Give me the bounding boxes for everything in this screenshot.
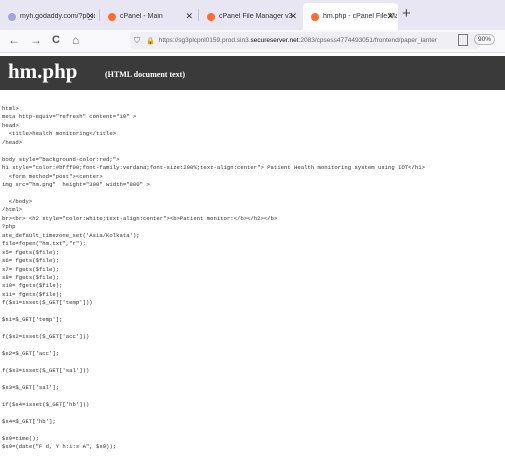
tab-godaddy[interactable]: myh.godaddy.com/?pl_id=1& ✕ <box>2 3 98 30</box>
code-line: <form method="post"><center> <box>2 172 103 180</box>
document-subtitle: (HTML document text) <box>105 70 185 79</box>
url-prefix: https://sg3plcpnl0159.prod.sin3. <box>158 37 251 44</box>
code-line: s6= fgets($file); <box>2 257 60 265</box>
reload-icon[interactable]: C <box>52 34 60 46</box>
code-line: $s4=$_GET['hb']; <box>2 417 56 425</box>
tab-label: cPanel - Main <box>120 13 163 20</box>
code-line: meta http-equiv="refresh" content="10" > <box>2 113 137 121</box>
code-line: /html> <box>2 206 23 214</box>
cpanel-icon <box>207 12 215 21</box>
cpanel-icon <box>311 12 319 21</box>
url-domain: secureserver.net <box>250 37 299 44</box>
code-line: $s9=(date("F d, Y h:i:s A", $s9)); <box>2 443 117 450</box>
code-line: head> <box>2 121 19 129</box>
close-icon[interactable]: ✕ <box>86 11 94 22</box>
back-arrow-icon[interactable]: ← <box>8 33 20 47</box>
code-line: $s1=$_GET['temp']; <box>2 316 63 324</box>
code-line: /head> <box>2 138 23 146</box>
code-line: $s2=$_GET['acc']; <box>2 350 60 358</box>
tab-strip: myh.godaddy.com/?pl_id=1& ✕ cPanel - Mai… <box>0 0 505 30</box>
code-line: h1 style="color:#bfff00;font-family:verd… <box>2 164 425 172</box>
shield-icon[interactable]: ⛉ <box>134 36 140 46</box>
code-line: </body> <box>2 197 33 205</box>
tab-hm-php[interactable]: hm.php - cPanel File Manager ✕ <box>303 3 398 30</box>
code-line: f($s1=isset($_GET['temp'])) <box>2 299 93 307</box>
code-line: s11= fgets($file); <box>2 290 63 298</box>
close-icon[interactable]: ✕ <box>386 11 394 22</box>
code-line: body style="background-color:red;"> <box>2 155 120 163</box>
code-line: f($s2=isset($_GET['acc'])) <box>2 333 90 341</box>
code-line: ate_default_timezone_set('Asia/Kolkata')… <box>2 231 140 239</box>
tab-label: myh.godaddy.com/?pl_id=1& <box>20 13 95 20</box>
code-line: $s9=time(); <box>2 434 39 442</box>
cpanel-icon <box>108 12 116 21</box>
code-line: s8= fgets($file); <box>2 274 60 281</box>
close-icon[interactable]: ✕ <box>289 11 297 22</box>
code-line: s5= fgets($file); <box>2 248 60 256</box>
tab-file-manager[interactable]: cPanel File Manager v3 ✕ <box>199 3 301 30</box>
zoom-level[interactable]: 90% <box>474 34 496 45</box>
code-line: br><br> <h2 style="color:white;text-alig… <box>2 214 278 222</box>
reader-view-icon[interactable] <box>458 34 468 46</box>
document-header: hm.php (HTML document text) <box>0 56 505 90</box>
close-icon[interactable]: ✕ <box>185 11 193 22</box>
url-suffix: :2083/cpsess4774493051/frontend/paper_la… <box>298 37 437 44</box>
url-bar[interactable]: ⛉ 🔒 https://sg3plcpnl0159.prod.sin3. secu… <box>130 32 480 49</box>
code-line: s7= fgets($file); <box>2 265 60 273</box>
globe-icon <box>8 12 16 21</box>
code-line: html> <box>2 105 19 112</box>
tab-cpanel-main[interactable]: cPanel - Main ✕ <box>100 3 197 30</box>
code-line: f($s3=isset($_GET['sal'])) <box>2 366 90 374</box>
code-line: ?php <box>2 223 16 231</box>
tab-label: cPanel File Manager v3 <box>219 13 293 20</box>
code-line: if($s4=isset($_GET['hb'])) <box>2 400 90 408</box>
code-line: file=fopen("hm.txt","r"); <box>2 240 86 248</box>
document-title: hm.php <box>8 59 78 83</box>
home-icon[interactable]: ⌂ <box>72 33 79 47</box>
code-line: <title>health monitoring</title> <box>2 130 117 138</box>
lock-icon[interactable]: 🔒 <box>146 37 155 45</box>
new-tab-button[interactable]: + <box>402 5 411 22</box>
forward-arrow-icon[interactable]: → <box>30 33 42 47</box>
code-line: img src="hm.png" height="300" width="800… <box>2 181 150 189</box>
nav-bar: ← → C ⌂ ⛉ 🔒 https://sg3plcpnl0159.prod.s… <box>0 30 505 53</box>
code-line: s10= fgets($file); <box>2 282 63 290</box>
code-line: $s3=$_GET['sal']; <box>2 383 60 391</box>
